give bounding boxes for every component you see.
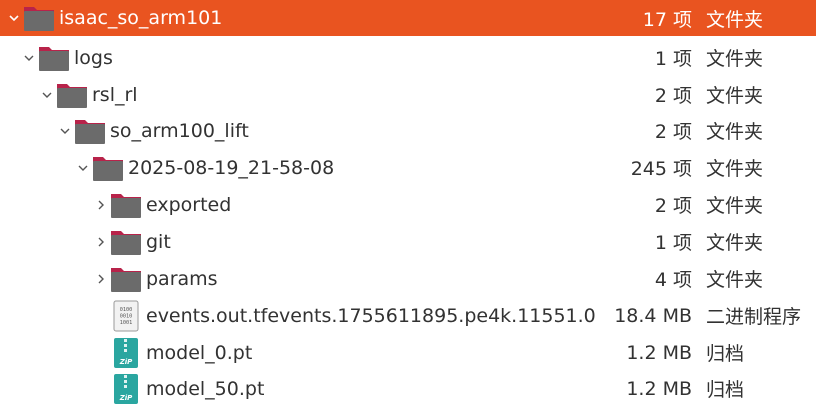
item-name: events.out.tfevents.1755611895.pe4k.1155…: [146, 304, 596, 327]
chevron-down-icon[interactable]: [22, 51, 36, 65]
chevron-down-icon[interactable]: [58, 124, 72, 138]
folder-icon: [92, 152, 124, 184]
chevron-right-icon[interactable]: [94, 272, 108, 286]
item-name: isaac_so_arm101: [59, 7, 223, 29]
binary-line-2: 0010: [120, 313, 133, 319]
tree-row-model-50[interactable]: ZiP model_50.pt 1.2 MB 归档: [0, 370, 816, 407]
item-type: 归档: [706, 379, 745, 401]
item-name: so_arm100_lift: [110, 119, 249, 142]
binary-file-icon: 0100 0010 1001: [110, 300, 142, 332]
item-type: 归档: [706, 343, 745, 365]
item-name: git: [146, 230, 171, 253]
item-size: 2 项: [654, 121, 692, 143]
item-name: 2025-08-19_21-58-08: [128, 156, 335, 179]
chevron-right-icon[interactable]: [94, 235, 108, 249]
folder-icon: [56, 79, 88, 111]
item-name: logs: [74, 46, 113, 69]
item-size: 4 项: [654, 269, 692, 291]
item-name: params: [146, 267, 218, 290]
item-size: 1 项: [654, 232, 692, 254]
item-size: 2 项: [654, 85, 692, 107]
item-size: 17 项: [642, 8, 692, 31]
item-size: 245 项: [630, 158, 692, 180]
item-name: model_0.pt: [146, 341, 253, 364]
tree-row-isaac-so-arm101[interactable]: isaac_so_arm101 17 项 文件夹: [0, 0, 816, 36]
zip-label: ZiP: [119, 358, 133, 366]
tree-row-git[interactable]: git 1 项 文件夹: [0, 223, 816, 260]
item-size: 1.2 MB: [626, 341, 692, 364]
tree-row-rsl-rl[interactable]: rsl_rl 2 项 文件夹: [0, 76, 816, 113]
zip-label: ZiP: [119, 394, 133, 402]
folder-icon: [74, 115, 106, 147]
tree-row-2025-08-19[interactable]: 2025-08-19_21-58-08 245 项 文件夹: [0, 149, 816, 186]
folder-icon: [110, 189, 142, 221]
chevron-down-icon[interactable]: [76, 161, 90, 175]
item-type: 文件夹: [706, 48, 764, 70]
item-type: 文件夹: [706, 85, 764, 107]
tree-row-so-arm100-lift[interactable]: so_arm100_lift 2 项 文件夹: [0, 112, 816, 149]
folder-icon: [110, 263, 142, 295]
item-size: 1 项: [654, 48, 692, 70]
item-type: 文件夹: [706, 195, 764, 217]
tree-row-logs[interactable]: logs 1 项 文件夹: [0, 39, 816, 76]
chevron-right-icon[interactable]: [94, 198, 108, 212]
item-type: 文件夹: [706, 8, 764, 31]
item-name: rsl_rl: [92, 83, 138, 106]
item-name: exported: [146, 193, 232, 216]
file-tree: isaac_so_arm101 17 项 文件夹 logs 1 项 文件夹 rs…: [0, 0, 816, 408]
folder-icon: [23, 2, 55, 34]
item-type: 文件夹: [706, 158, 764, 180]
tree-row-model-0[interactable]: ZiP model_0.pt 1.2 MB 归档: [0, 334, 816, 371]
item-name: model_50.pt: [146, 377, 265, 400]
chevron-down-icon[interactable]: [40, 88, 54, 102]
item-type: 文件夹: [706, 121, 764, 143]
item-size: 18.4 MB: [614, 304, 692, 327]
item-size: 1.2 MB: [626, 377, 692, 400]
item-type: 二进制程序: [706, 306, 802, 328]
folder-icon: [110, 226, 142, 258]
item-size: 2 项: [654, 195, 692, 217]
binary-line-1: 0100: [120, 307, 133, 313]
item-type: 文件夹: [706, 232, 764, 254]
zip-archive-icon: ZiP: [110, 373, 142, 405]
tree-row-params[interactable]: params 4 项 文件夹: [0, 260, 816, 297]
folder-icon: [38, 42, 70, 74]
item-type: 文件夹: [706, 269, 764, 291]
tree-row-events-file[interactable]: 0100 0010 1001 events.out.tfevents.17556…: [0, 297, 816, 334]
chevron-down-icon[interactable]: [7, 11, 21, 25]
binary-line-3: 1001: [120, 320, 133, 326]
tree-row-exported[interactable]: exported 2 项 文件夹: [0, 186, 816, 223]
zip-archive-icon: ZiP: [110, 337, 142, 369]
